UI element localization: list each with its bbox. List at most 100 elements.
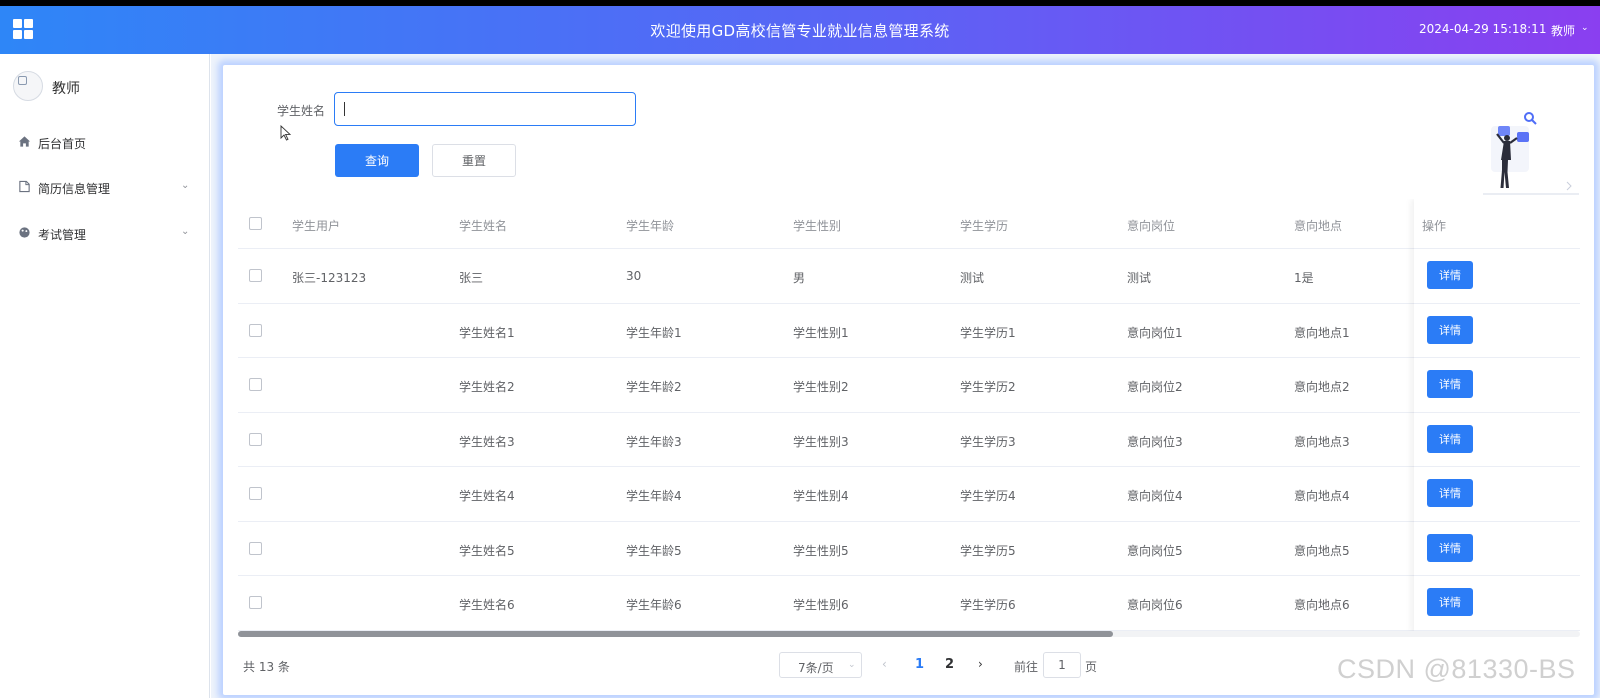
actions-header: 操作 <box>1414 199 1580 249</box>
actions-cell: 详情 <box>1414 249 1580 304</box>
query-button[interactable]: 查询 <box>335 144 419 177</box>
chevron-down-icon[interactable]: ⌄ <box>1581 23 1589 33</box>
table-cell: 学生年龄4 <box>626 489 682 503</box>
next-page-button[interactable]: › <box>978 657 983 671</box>
column-header[interactable]: 学生性别 <box>793 217 841 234</box>
chevron-down-icon: ⌄ <box>848 660 856 670</box>
row-checkbox[interactable] <box>249 487 262 500</box>
detail-button[interactable]: 详情 <box>1427 533 1473 562</box>
student-name-search-input[interactable] <box>334 92 636 126</box>
table-row: 学生姓名1 学生年龄1 学生性别1 学生学历1 意向岗位1 意向地点1 <box>238 304 1580 358</box>
sidebar-item-label: 后台首页 <box>38 137 87 151</box>
goto-suffix: 页 <box>1085 660 1098 674</box>
table-cell: 意向地点2 <box>1294 380 1350 394</box>
row-checkbox[interactable] <box>249 596 262 609</box>
column-header[interactable]: 意向岗位 <box>1127 217 1175 234</box>
table-cell: 意向岗位1 <box>1127 325 1183 340</box>
total-count: 共 13 条 <box>243 660 290 674</box>
column-header[interactable]: 学生用户 <box>292 217 340 234</box>
column-header[interactable]: 学生年龄 <box>626 217 674 234</box>
table-header-row: 学生用户 学生姓名 学生年龄 学生性别 学生学历 意向岗位 意向地点 <box>238 199 1580 249</box>
table-cell: 意向岗位5 <box>1127 543 1183 558</box>
watermark: CSDN @81330-BS <box>1337 654 1576 684</box>
sidebar: 教师 后台首页 简历信息管理 ⌄ 考试管理 ⌄ <box>0 54 210 698</box>
detail-button[interactable]: 详情 <box>1427 479 1473 507</box>
table-cell: 意向地点4 <box>1294 489 1350 503</box>
actions-cell: 详情 <box>1414 358 1580 413</box>
sidebar-item-home[interactable]: 后台首页 <box>0 127 209 157</box>
detail-button[interactable]: 详情 <box>1427 424 1473 453</box>
table-cell: 学生学历1 <box>960 325 1016 340</box>
table-cell: 学生性别6 <box>793 598 849 612</box>
table-cell: 学生学历4 <box>960 489 1016 503</box>
table-cell: 意向地点6 <box>1294 598 1350 612</box>
chevron-down-icon: ⌄ <box>181 226 190 237</box>
table-cell: 测试 <box>960 271 985 285</box>
search-label: 学生姓名 <box>277 104 326 118</box>
row-checkbox[interactable] <box>249 269 262 282</box>
document-icon <box>19 180 30 193</box>
table-cell: 1是 <box>1294 271 1314 285</box>
detail-button[interactable]: 详情 <box>1427 588 1473 616</box>
detail-button[interactable]: 详情 <box>1427 315 1473 344</box>
row-checkbox[interactable] <box>249 541 262 555</box>
table-cell: 30 <box>626 269 642 283</box>
table-cell: 意向岗位6 <box>1127 598 1183 612</box>
table-cell: 学生年龄6 <box>626 598 682 612</box>
table-cell: 学生性别3 <box>793 434 849 449</box>
reset-button[interactable]: 重置 <box>432 144 516 177</box>
horizontal-scrollbar[interactable] <box>238 631 1580 637</box>
table-cell: 张三 <box>459 271 484 285</box>
column-header[interactable]: 学生姓名 <box>459 217 507 234</box>
person-with-magnifier-illustration <box>1483 112 1579 195</box>
page-1-button[interactable]: 1 <box>915 657 924 672</box>
column-header[interactable]: 学生学历 <box>960 217 1008 234</box>
table-row: 学生姓名5 学生年龄5 学生性别5 学生学历5 意向岗位5 意向地点5 <box>238 522 1580 576</box>
row-checkbox[interactable] <box>249 323 262 337</box>
table-cell: 学生年龄1 <box>626 325 682 340</box>
table-cell: 学生学历2 <box>960 380 1016 394</box>
detail-button[interactable]: 详情 <box>1427 261 1473 289</box>
row-checkbox[interactable] <box>249 432 262 446</box>
table-cell: 学生学历6 <box>960 598 1016 612</box>
table-cell: 意向地点1 <box>1294 325 1350 340</box>
select-all-checkbox[interactable] <box>249 217 262 230</box>
row-checkbox[interactable] <box>249 378 262 391</box>
goto-page-input[interactable] <box>1043 652 1081 678</box>
prev-page-button[interactable]: ‹ <box>882 657 887 671</box>
actions-cell: 详情 <box>1414 522 1580 576</box>
goto-label: 前往 <box>1014 660 1039 674</box>
table-cell: 学生性别1 <box>793 325 849 340</box>
avatar <box>13 71 43 101</box>
table-cell: 学生姓名4 <box>459 489 515 503</box>
table-cell: 学生姓名6 <box>459 598 515 612</box>
sidebar-item-resume[interactable]: 简历信息管理 ⌄ <box>0 172 209 202</box>
table-cell: 意向岗位4 <box>1127 489 1183 503</box>
table-cell: 张三-123123 <box>292 271 367 285</box>
table-cell: 学生性别2 <box>793 380 849 394</box>
broken-image-icon <box>18 76 27 85</box>
app-header: 欢迎使用GD高校信管专业就业信息管理系统 2024-04-29 15:18:11… <box>0 6 1600 54</box>
actions-column: 操作 详情 详情 详情 详情 详情 详情 详情 <box>1414 199 1580 633</box>
table-cell: 学生性别4 <box>793 489 849 503</box>
column-header[interactable]: 意向地点 <box>1294 217 1342 234</box>
table-row: 学生姓名3 学生年龄3 学生性别3 学生学历3 意向岗位3 意向地点3 <box>238 413 1580 467</box>
table-row: 张三-123123 张三 30 男 测试 测试 1是 <box>238 249 1580 304</box>
actions-cell: 详情 <box>1414 413 1580 467</box>
page-2-button[interactable]: 2 <box>945 657 954 672</box>
table-cell: 学生姓名3 <box>459 434 515 449</box>
detail-button[interactable]: 详情 <box>1427 370 1473 398</box>
table-cell: 学生年龄3 <box>626 434 682 449</box>
table-row: 学生姓名2 学生年龄2 学生性别2 学生学历2 意向岗位2 意向地点2 <box>238 358 1580 413</box>
user-dropdown[interactable]: 教师 <box>1551 22 1575 39</box>
scrollbar-thumb[interactable] <box>238 631 1113 637</box>
page-size-select[interactable]: 7条/页 ⌄ <box>779 652 862 678</box>
text-caret <box>344 102 345 116</box>
table-cell: 学生学历3 <box>960 434 1016 449</box>
actions-cell: 详情 <box>1414 304 1580 358</box>
column-header: 操作 <box>1422 219 1447 233</box>
mouse-pointer-icon <box>280 125 292 141</box>
student-table: 学生用户 学生姓名 学生年龄 学生性别 学生学历 意向岗位 意向地点 张三-12… <box>238 199 1580 633</box>
table-cell: 测试 <box>1127 271 1152 285</box>
sidebar-item-exam[interactable]: 考试管理 ⌄ <box>0 218 209 248</box>
